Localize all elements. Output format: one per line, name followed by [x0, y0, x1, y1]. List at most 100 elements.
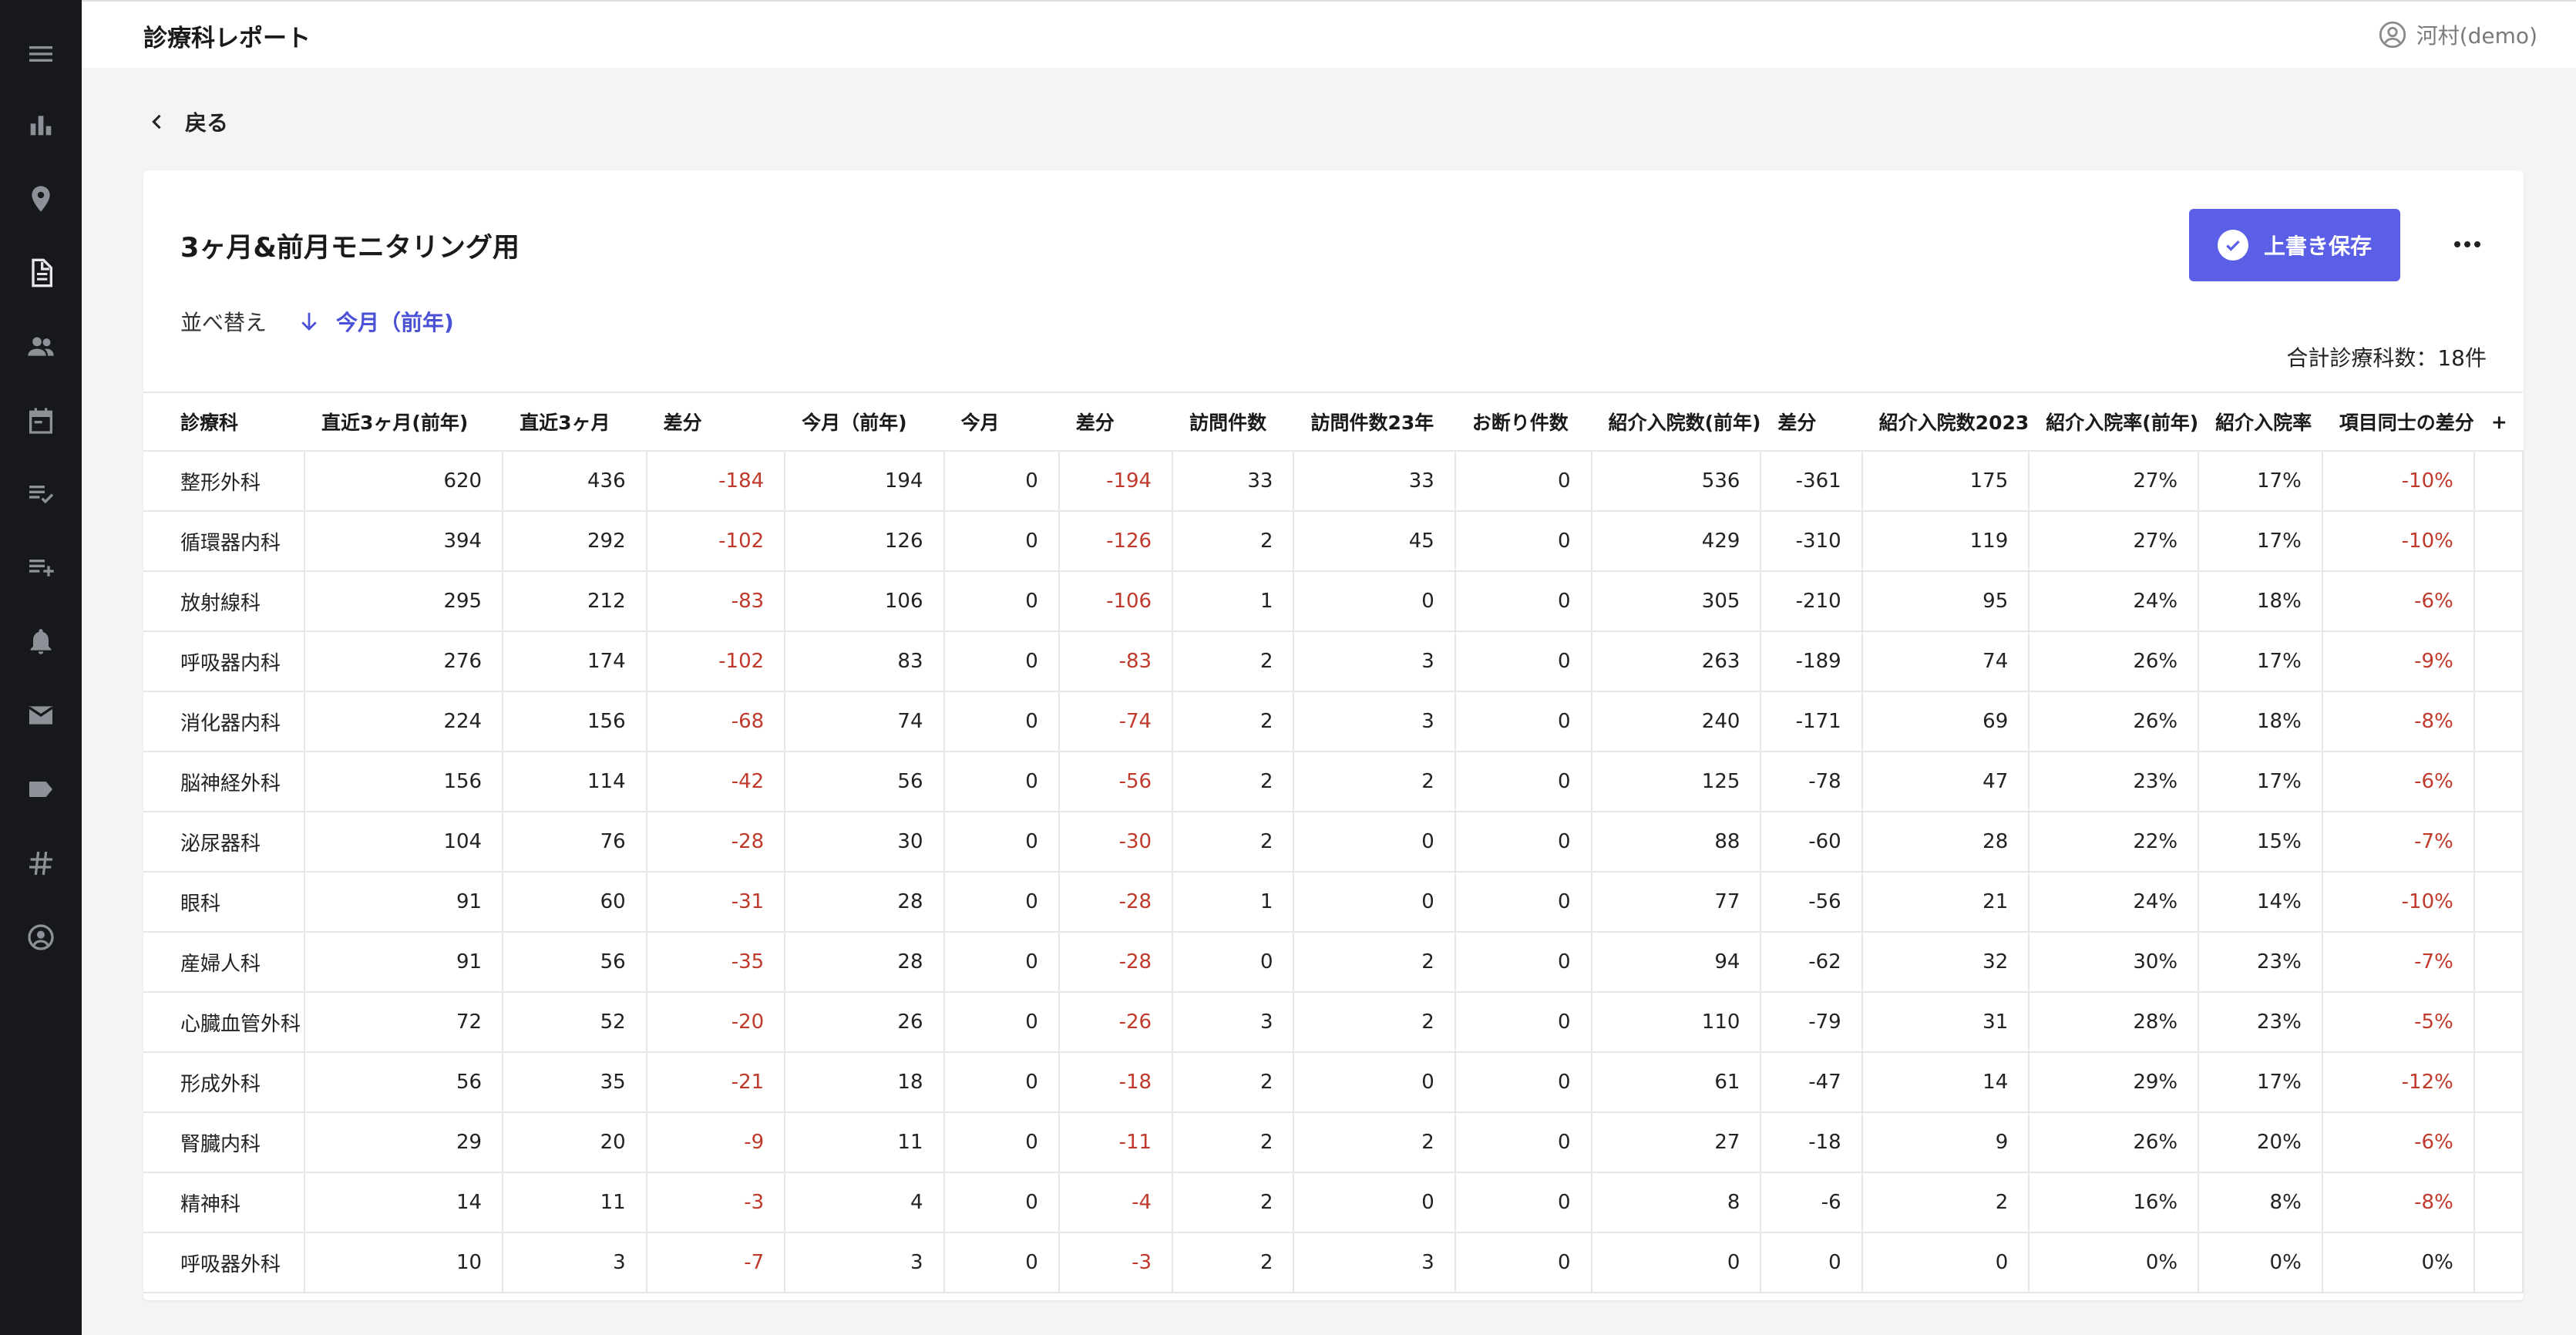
department-name: 産婦人科 — [143, 932, 306, 993]
table-row[interactable]: 呼吸器内科 276 174 -102 83 0 -83 2 3 0 263 -189 74 26% 17% -… — [143, 631, 2524, 692]
table-cell: 114 — [503, 752, 647, 812]
table-header-row: 診療科 直近3ヶ月(前年) 直近3ヶ月 差分 今月（前年) 今月 差分 訪問件数 訪問件数23年… — [143, 392, 2523, 452]
user-menu[interactable]: 河村(demo) — [2376, 18, 2537, 51]
bar-chart-icon[interactable] — [22, 106, 59, 143]
table-cell: 0 — [943, 1172, 1060, 1233]
table-cell: 14 — [1861, 1052, 2030, 1113]
table-cell: 0 — [943, 631, 1060, 692]
table-row[interactable]: 整形外科 620 436 -184 194 0 -194 33 33 0 536 -361 175 27%… — [143, 451, 2524, 512]
column-header[interactable]: 紹介入院数2023 — [1861, 392, 2030, 452]
table-cell: 2 — [1293, 752, 1456, 812]
table-cell: 3 — [1172, 992, 1295, 1053]
location-pin-icon[interactable] — [22, 180, 59, 217]
document-icon[interactable] — [22, 254, 59, 291]
table-cell: 0 — [943, 812, 1060, 873]
back-link[interactable]: 戻る — [146, 106, 228, 137]
total-count: 合計診療科数：18件 — [2286, 345, 2487, 371]
table-cell: 2 — [1293, 932, 1456, 993]
table-cell: 156 — [503, 691, 647, 752]
column-header[interactable]: 直近3ヶ月(前年) — [304, 392, 503, 452]
calendar-icon[interactable] — [22, 402, 59, 439]
table-row[interactable]: 心臓血管外科 72 52 -20 26 0 -26 3 2 0 110 -79 31 28% 23% -5% — [143, 992, 2524, 1053]
table-cell: 0% — [2198, 1232, 2323, 1293]
table-cell: 104 — [304, 812, 504, 873]
sort-selector[interactable]: 今月（前年) — [298, 306, 454, 337]
menu-icon[interactable] — [22, 35, 59, 72]
table-cell — [2473, 571, 2524, 632]
table-row[interactable]: 泌尿器科 104 76 -28 30 0 -30 2 0 0 88 -60 28 22% 15% -7% — [143, 812, 2524, 873]
column-header[interactable]: 訪問件数23年 — [1293, 392, 1455, 452]
table-cell: 14% — [2198, 872, 2323, 933]
column-header[interactable]: 診療科 — [143, 392, 305, 452]
table-cell: -171 — [1760, 691, 1863, 752]
table-row[interactable]: 循環器内科 394 292 -102 126 0 -126 2 45 0 429 -310 119 27%… — [143, 511, 2524, 572]
tag-icon[interactable] — [22, 771, 59, 808]
playlist-add-icon[interactable] — [22, 549, 59, 586]
table-cell: 18% — [2198, 571, 2323, 632]
column-header[interactable]: お断り件数 — [1454, 392, 1592, 452]
table-cell: 125 — [1591, 752, 1762, 812]
table-cell: 0 — [1454, 812, 1592, 873]
table-row[interactable]: 放射線科 295 212 -83 106 0 -106 1 0 0 305 -210 95 24% 18% -… — [143, 571, 2524, 632]
people-icon[interactable] — [22, 328, 59, 365]
more-options-icon[interactable] — [2448, 229, 2487, 260]
table-row[interactable]: 消化器内科 224 156 -68 74 0 -74 2 3 0 240 -171 69 26% 18% -8… — [143, 691, 2524, 752]
table-cell: 91 — [304, 932, 504, 993]
table-row[interactable]: 脳神経外科 156 114 -42 56 0 -56 2 2 0 125 -78 47 23% 17% -6% — [143, 752, 2524, 812]
table-cell: 91 — [304, 872, 504, 933]
column-header[interactable]: 差分 — [1760, 392, 1862, 452]
table-row[interactable]: 形成外科 56 35 -21 18 0 -18 2 0 0 61 -47 14 29% 17% -12% — [143, 1052, 2524, 1113]
table-row[interactable]: 産婦人科 91 56 -35 28 0 -28 0 2 0 94 -62 32 30% 23% -7% — [143, 932, 2524, 993]
table-row[interactable]: 精神科 14 11 -3 4 0 -4 2 0 0 8 -6 2 16% 8% -8% — [143, 1172, 2524, 1233]
column-header[interactable]: 訪問件数 — [1172, 392, 1294, 452]
table-cell: -28 — [646, 812, 786, 873]
column-header[interactable]: 直近3ヶ月 — [503, 392, 647, 452]
table-cell — [2473, 451, 2524, 512]
column-header[interactable]: 項目同士の差分 — [2322, 392, 2474, 452]
account-circle-icon[interactable] — [22, 919, 59, 956]
table-cell: -56 — [1760, 872, 1863, 933]
department-name: 腎臓内科 — [143, 1112, 306, 1173]
checklist-icon[interactable] — [22, 475, 59, 512]
table-cell: -56 — [1058, 752, 1174, 812]
column-header[interactable]: 今月 — [943, 392, 1059, 452]
table-row[interactable]: 眼科 91 60 -31 28 0 -28 1 0 0 77 -56 21 24% 14% -10% — [143, 872, 2524, 933]
table-cell: 2 — [1172, 752, 1295, 812]
column-header[interactable]: 差分 — [646, 392, 785, 452]
department-name: 整形外科 — [143, 451, 306, 512]
table-cell: 0 — [1454, 1052, 1592, 1113]
mail-icon[interactable] — [22, 697, 59, 734]
column-header[interactable]: 今月（前年) — [785, 392, 944, 452]
table-cell: 29% — [2029, 1052, 2200, 1113]
column-header[interactable]: 紹介入院率(前年) — [2029, 392, 2199, 452]
table-cell — [2473, 872, 2524, 933]
table-cell: 0 — [943, 752, 1060, 812]
table-cell: 52 — [503, 992, 647, 1053]
column-header[interactable]: 紹介入院率 — [2198, 392, 2322, 452]
table-cell: 0 — [1454, 992, 1592, 1053]
table-cell: 276 — [304, 631, 504, 692]
table-cell: 0 — [943, 1112, 1060, 1173]
chevron-left-icon — [152, 114, 161, 129]
department-name: 心臓血管外科 — [143, 992, 306, 1053]
column-header[interactable]: 差分 — [1058, 392, 1173, 452]
table-cell — [2473, 511, 2524, 572]
table-row[interactable]: 腎臓内科 29 20 -9 11 0 -11 2 2 0 27 -18 9 26% 20% -6% — [143, 1112, 2524, 1173]
department-name: 精神科 — [143, 1172, 306, 1233]
table-cell: 3 — [1293, 691, 1456, 752]
column-header[interactable]: 紹介入院数(前年) — [1591, 392, 1761, 452]
bell-icon[interactable] — [22, 623, 59, 660]
table-cell: -18 — [1058, 1052, 1174, 1113]
table-cell: 26% — [2029, 631, 2200, 692]
add-column-icon[interactable]: + — [2473, 392, 2523, 452]
table-cell: 56 — [503, 932, 647, 993]
table-cell: -310 — [1760, 511, 1863, 572]
table-row[interactable]: 呼吸器外科 10 3 -7 3 0 -3 2 3 0 0 0 0 0% 0% 0% — [143, 1232, 2524, 1293]
table-cell: 29 — [304, 1112, 504, 1173]
hashtag-icon[interactable] — [22, 845, 59, 882]
table-cell: -106 — [1058, 571, 1174, 632]
table-cell: 0% — [2322, 1232, 2475, 1293]
table-cell: 536 — [1591, 451, 1762, 512]
table-cell: -361 — [1760, 451, 1863, 512]
save-button[interactable]: 上書き保存 — [2189, 209, 2400, 281]
